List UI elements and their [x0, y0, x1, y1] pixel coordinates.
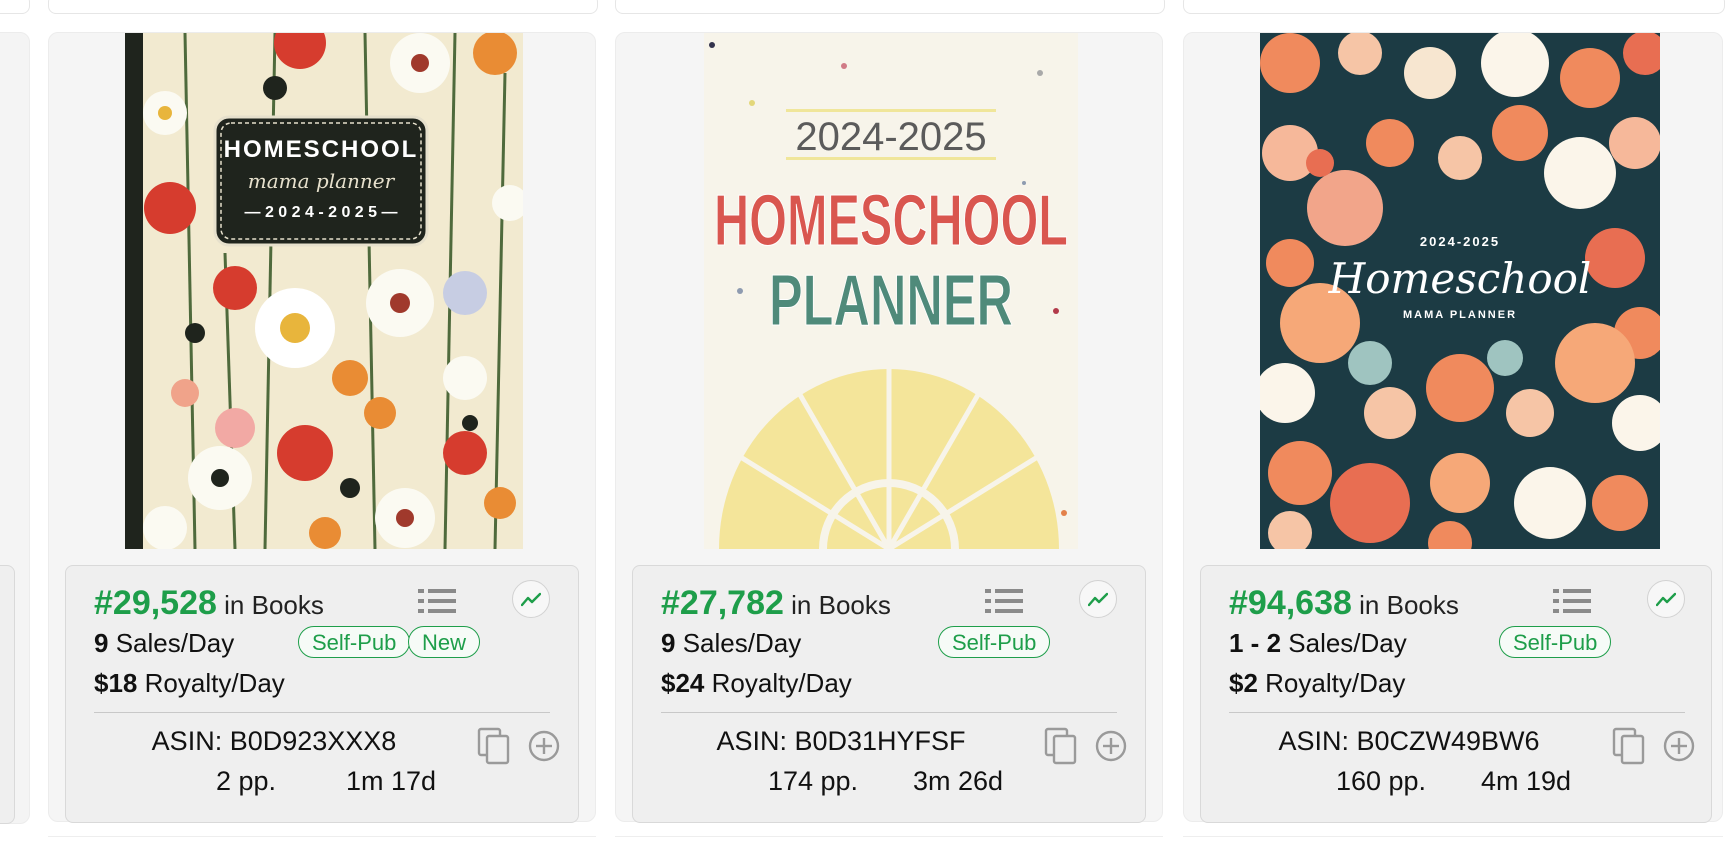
- cover-year-text: 2024-2025: [795, 115, 986, 159]
- sales-per-day: 9 Sales/Day: [661, 628, 802, 658]
- next-row-card-edge: [48, 836, 596, 857]
- divider: [661, 712, 1117, 713]
- cover-script-text: Homeschool: [1328, 254, 1592, 303]
- divider: [94, 712, 550, 713]
- listing-age: 3m 26d: [912, 766, 1004, 796]
- self-pub-badge: Self-Pub: [1499, 626, 1612, 658]
- copy-icon[interactable]: [1043, 726, 1079, 766]
- trend-chart-icon[interactable]: [512, 580, 550, 618]
- copy-icon[interactable]: [476, 726, 512, 766]
- self-pub-badge: Self-Pub: [938, 626, 1051, 658]
- sales-rank: #27,782 in Books: [661, 584, 891, 622]
- next-row-card-edge: [1183, 836, 1723, 857]
- royalty-per-day: $24 Royalty/Day: [661, 668, 852, 698]
- cover-title-line2: PLANNER: [769, 261, 1013, 341]
- page-count: 2 pp.: [215, 766, 277, 796]
- asin-label: ASIN: B0D923XXX8: [151, 726, 397, 756]
- cover-sub-text: MAMA PLANNER: [1403, 309, 1517, 321]
- book-cover-image[interactable]: HOMESCHOOL mama planner — 2 0 2 4 - 2 0 …: [125, 33, 523, 549]
- royalty-per-day: $18 Royalty/Day: [94, 668, 285, 698]
- book-cover-image[interactable]: 2024-2025 Homeschool MAMA PLANNER: [1260, 33, 1660, 549]
- list-icon[interactable]: [418, 586, 458, 616]
- sales-rank: #29,528 in Books: [94, 584, 324, 622]
- sales-rank: #94,638 in Books: [1229, 584, 1459, 622]
- list-icon[interactable]: [1553, 586, 1593, 616]
- prev-row-card-edge: [1183, 0, 1725, 14]
- listing-age: 1m 17d: [345, 766, 437, 796]
- next-row-card-edge: [615, 836, 1163, 857]
- product-card[interactable]: HOMESCHOOL mama planner — 2 0 2 4 - 2 0 …: [48, 32, 596, 823]
- listing-age: 4m 19d: [1480, 766, 1572, 796]
- prev-row-card-edge: [0, 0, 30, 14]
- cover-title-text: HOMESCHOOL: [224, 136, 419, 163]
- add-circle-icon[interactable]: [1093, 728, 1129, 764]
- copy-icon[interactable]: [1611, 726, 1647, 766]
- product-info-panel: #27,782 in Books 9 Sales/Day $24 Royalty…: [632, 565, 1146, 823]
- divider: [1229, 712, 1685, 713]
- trend-chart-icon[interactable]: [1647, 580, 1685, 618]
- cover-year-text: — 2 0 2 4 - 2 0 2 5 —: [245, 204, 398, 221]
- cover-year-text: 2024-2025: [1420, 234, 1500, 249]
- trend-chart-icon[interactable]: [1079, 580, 1117, 618]
- new-badge: New: [408, 626, 481, 658]
- asin-label: ASIN: B0D31HYFSF: [716, 726, 966, 756]
- cover-script-text: mama planner: [248, 169, 396, 193]
- sales-per-day: 1 - 2 Sales/Day: [1229, 628, 1407, 658]
- asin-label: ASIN: B0CZW49BW6: [1278, 726, 1540, 756]
- product-info-panel: #94,638 in Books 1 - 2 Sales/Day $2 Roya…: [1200, 565, 1712, 823]
- book-cover-image[interactable]: 2024-2025 HOMESCHOOL PLANNER: [704, 33, 1078, 549]
- prev-row-card-edge: [48, 0, 598, 14]
- product-card[interactable]: 2024-2025 Homeschool MAMA PLANNER #94,63…: [1183, 32, 1723, 823]
- add-circle-icon[interactable]: [1661, 728, 1697, 764]
- self-pub-badge: Self-Pub: [298, 626, 411, 658]
- royalty-per-day: $2 Royalty/Day: [1229, 668, 1406, 698]
- product-info-panel: #29,528 in Books 9 Sales/Day $18 Royalty…: [65, 565, 579, 823]
- page-count: 160 pp.: [1335, 766, 1427, 796]
- list-icon[interactable]: [985, 586, 1025, 616]
- add-circle-icon[interactable]: [526, 728, 562, 764]
- prev-row-card-edge: [615, 0, 1165, 14]
- sales-per-day: 9 Sales/Day: [94, 628, 235, 658]
- product-card[interactable]: 2024-2025 HOMESCHOOL PLANNER #27,782 in …: [615, 32, 1163, 823]
- cover-title-line1: HOMESCHOOL: [714, 181, 1068, 261]
- prev-column-info-edge: [0, 565, 15, 824]
- page-count: 174 pp.: [767, 766, 859, 796]
